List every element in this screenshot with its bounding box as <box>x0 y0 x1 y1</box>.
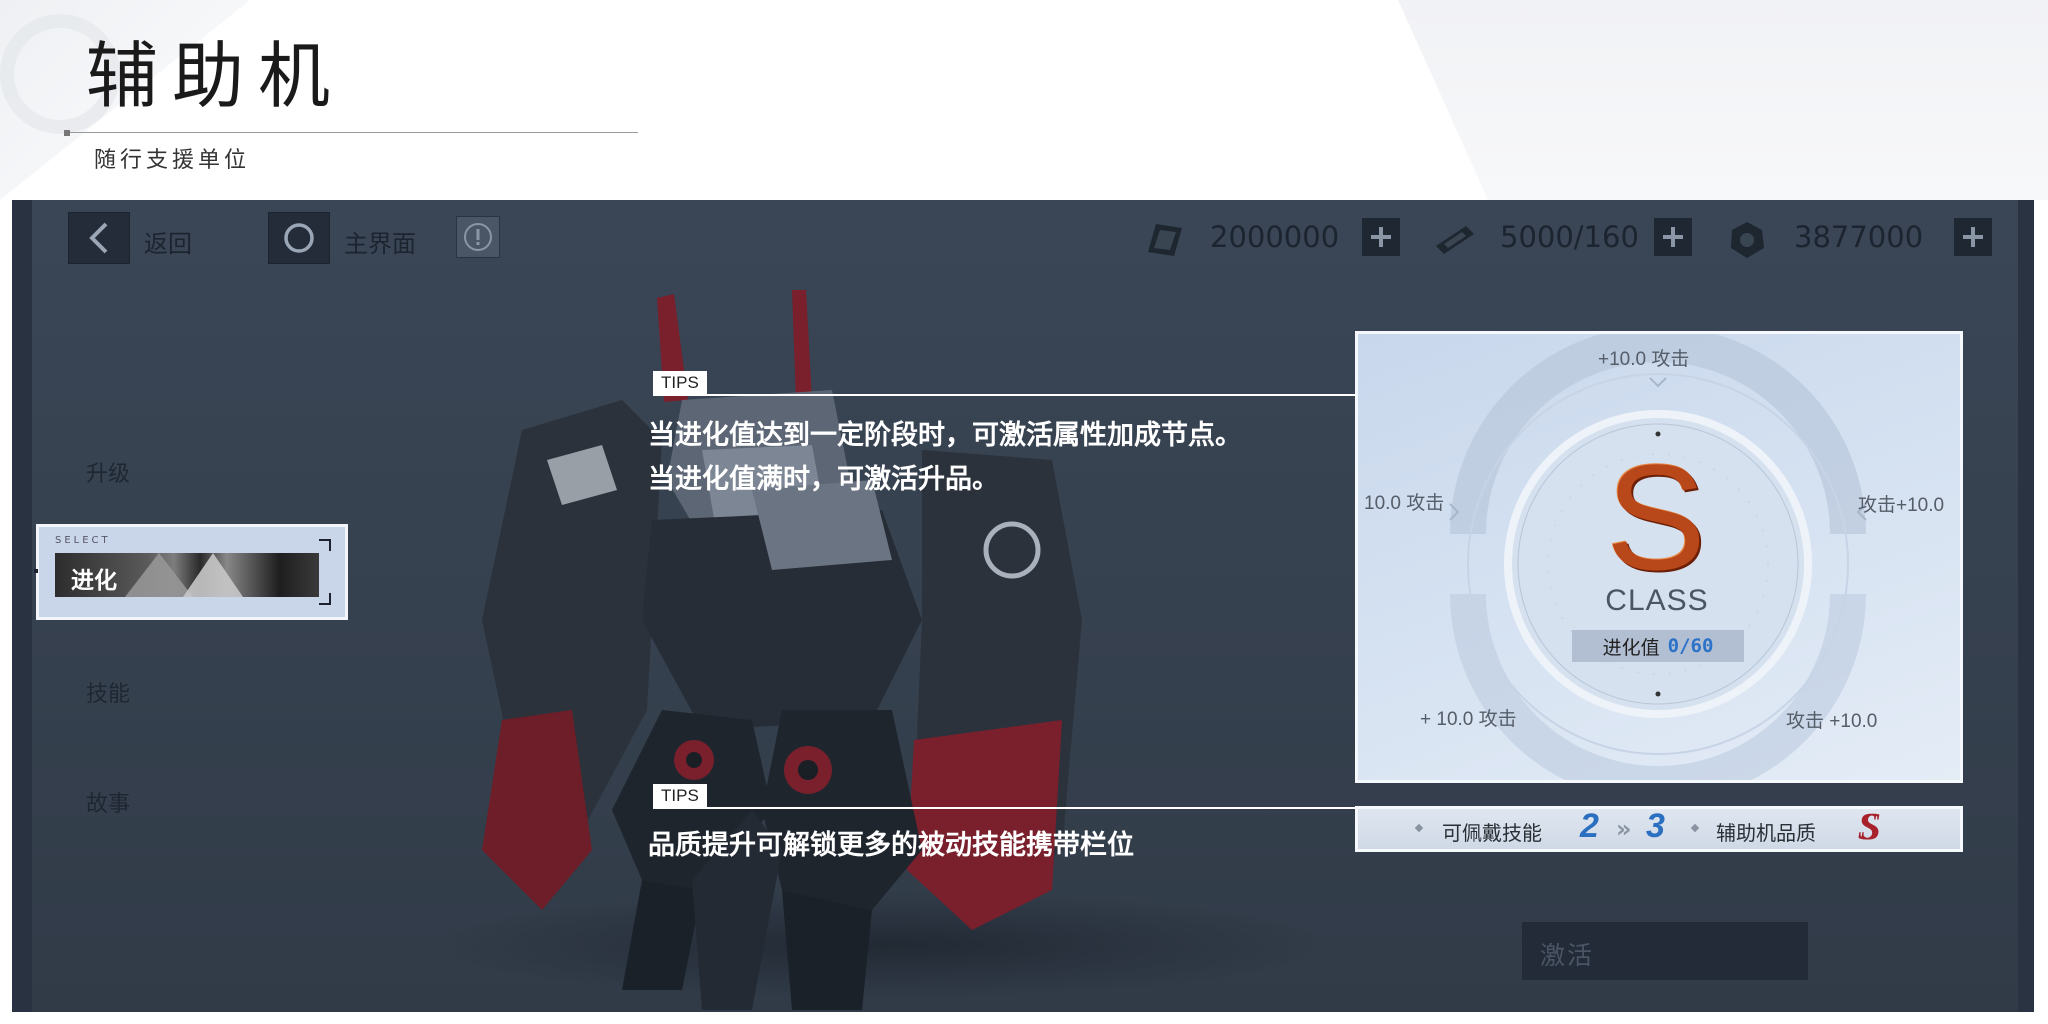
add-stamina-button[interactable] <box>1654 218 1692 256</box>
skill-slot-label: 可佩戴技能 <box>1442 821 1542 845</box>
menu-item-upgrade[interactable]: 升级 <box>86 456 130 488</box>
quality-label: 辅助机品质 <box>1716 821 1816 845</box>
corner-bracket <box>319 593 331 605</box>
evolution-value-box: 进化值 0/60 <box>1572 630 1744 662</box>
gold-bar-icon <box>1148 224 1182 256</box>
header-decoration-right <box>1398 0 2048 200</box>
tips-divider <box>653 394 1369 396</box>
corner-bracket <box>319 539 331 551</box>
back-label[interactable]: 返回 <box>144 224 192 259</box>
select-tag: SELECT <box>55 535 111 546</box>
plus-icon <box>1371 227 1391 247</box>
chevron-left-icon <box>89 222 108 254</box>
class-grade-letter: S <box>1605 433 1707 601</box>
gear-value: 3877000 <box>1794 220 1924 254</box>
menu-item-skills[interactable]: 技能 <box>86 676 130 708</box>
attribute-node-left[interactable]: 10.0 攻击 <box>1364 488 1444 515</box>
skill-slot-from: 2 <box>1580 807 1599 845</box>
add-gold-button[interactable] <box>1362 218 1400 256</box>
page-subtitle: 随行支援单位 <box>94 148 251 173</box>
evolution-value: 0/60 <box>1667 635 1714 657</box>
class-word: CLASS <box>1605 584 1709 617</box>
bullet-icon <box>1690 823 1700 833</box>
gold-value: 2000000 <box>1210 220 1340 254</box>
plus-icon <box>1663 227 1683 247</box>
tips-text-line: 品质提升可解锁更多的被动技能携带栏位 <box>648 830 1134 861</box>
attribute-node-top[interactable]: +10.0 攻击 <box>1598 344 1689 371</box>
game-screen: 返回 主界面 2000000 5000/160 3877000 升级 SELEC… <box>12 200 2034 1012</box>
gear-core-icon <box>1731 222 1764 258</box>
menu-item-evolution-selected[interactable]: SELECT 进化 <box>34 524 348 620</box>
info-icon <box>464 223 492 251</box>
stamina-value: 5000/160 <box>1500 220 1639 254</box>
home-button[interactable] <box>268 212 330 264</box>
tips-tag: TIPS <box>653 371 707 395</box>
skill-slot-to: 3 <box>1646 807 1665 845</box>
menu-item-story[interactable]: 故事 <box>86 786 130 818</box>
tips-text-line: 当进化值达到一定阶段时，可激活属性加成节点。 <box>648 420 1242 451</box>
double-chevron-right-icon: » <box>1616 815 1631 843</box>
attribute-node-bottom-right[interactable]: 攻击 +10.0 <box>1786 706 1877 733</box>
attribute-node-right[interactable]: 攻击+10.0 <box>1858 490 1944 517</box>
attribute-node-bottom-left[interactable]: + 10.0 攻击 <box>1420 704 1517 731</box>
quality-upgrade-bar: 可佩戴技能 2 » 3 辅助机品质 SS <box>1355 806 1963 852</box>
stamina-battery-icon <box>1436 226 1474 254</box>
add-gear-button[interactable] <box>1954 218 1992 256</box>
tips-divider <box>653 807 1369 809</box>
home-label[interactable]: 主界面 <box>344 224 416 259</box>
tips-tag: TIPS <box>653 784 707 808</box>
home-circle-icon <box>284 223 314 253</box>
class-evolution-panel: +10.0 攻击 10.0 攻击 攻击+10.0 + 10.0 攻击 攻击 +1… <box>1355 331 1963 783</box>
activate-button[interactable]: 激活 <box>1522 922 1808 980</box>
page-title: 辅助机 <box>86 34 345 118</box>
back-button[interactable] <box>68 212 130 264</box>
quality-grade-badge: SS <box>1858 806 1880 848</box>
selection-dot <box>34 569 38 573</box>
info-button[interactable] <box>456 216 500 258</box>
bullet-icon <box>1414 823 1424 833</box>
mech-robot-illustration <box>482 290 1082 1010</box>
plus-icon <box>1963 227 1983 247</box>
menu-item-evolution[interactable]: 进化 <box>71 561 117 595</box>
title-divider <box>64 130 638 136</box>
tips-text-line: 当进化值满时，可激活升品。 <box>648 464 999 495</box>
evolution-label: 进化值 <box>1602 636 1660 659</box>
